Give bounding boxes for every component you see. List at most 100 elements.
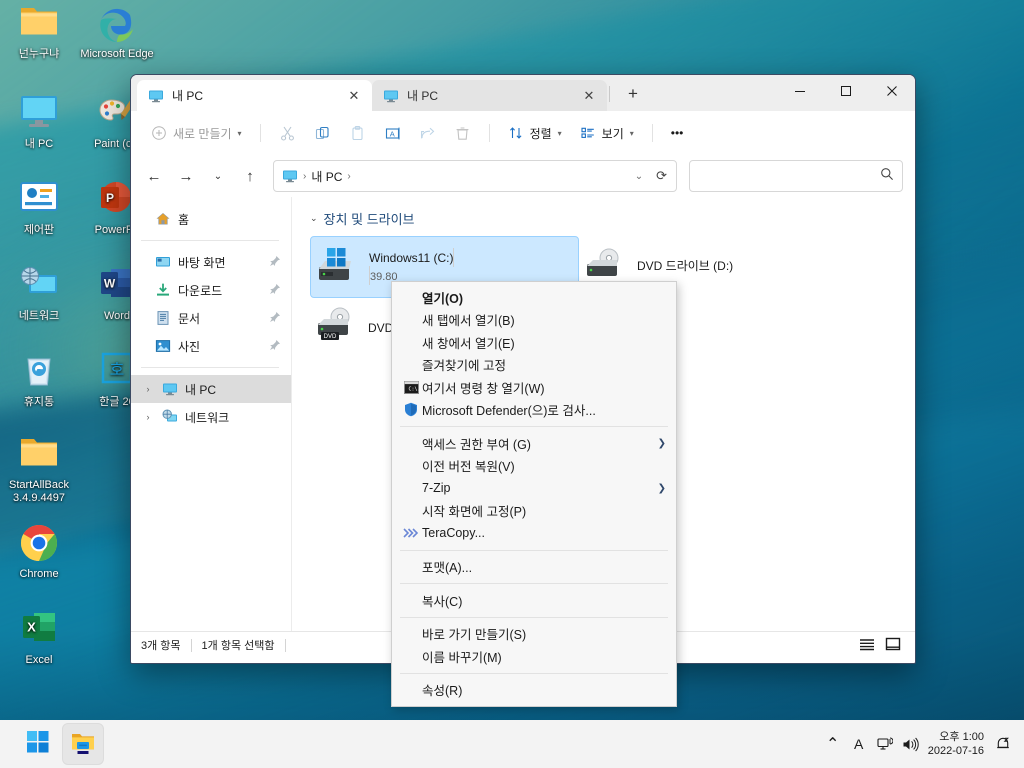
desktop-icon-1[interactable]: 내 PC xyxy=(0,94,78,151)
menu-item-8[interactable]: 이전 버전 복원(V) xyxy=(392,455,676,478)
close-icon[interactable]: ✕ xyxy=(344,86,364,106)
pin-icon[interactable] xyxy=(269,255,283,270)
recent-locations-button[interactable]: ⌄ xyxy=(203,161,233,191)
paste-button[interactable] xyxy=(341,118,374,148)
sidebar-item-3[interactable]: 사진 xyxy=(131,332,291,360)
menu-separator xyxy=(400,549,668,551)
pin-icon[interactable] xyxy=(269,311,283,326)
desktop-icon-8[interactable]: Microsoft Edge xyxy=(78,4,156,61)
menu-item-0[interactable]: 열기(O) xyxy=(392,286,676,309)
new-tab-button[interactable]: + xyxy=(618,79,648,109)
menu-item-7[interactable]: 액세스 권한 부여 (G) ❯ xyxy=(392,432,676,455)
menu-item-icon-empty xyxy=(400,312,422,328)
pin-icon[interactable] xyxy=(269,283,283,298)
excel-icon: X xyxy=(0,610,78,652)
desktop-icon-5[interactable]: StartAllBack 3.4.9.4497 xyxy=(0,435,78,505)
sidebar-tree-item-0[interactable]: › 내 PC xyxy=(131,375,291,403)
breadcrumb-separator: › xyxy=(303,170,307,182)
view-button[interactable]: 보기 ▾ xyxy=(572,118,642,148)
sidebar-item-0[interactable]: 바탕 화면 xyxy=(131,248,291,276)
minimize-button[interactable] xyxy=(777,75,823,107)
refresh-icon[interactable]: ⟳ xyxy=(656,168,670,184)
copy-icon xyxy=(315,126,329,139)
details-view-icon[interactable] xyxy=(859,637,875,654)
sidebar-tree-item-1[interactable]: › 네트워크 xyxy=(131,403,291,431)
status-selected-count: 1개 항목 선택함 xyxy=(201,640,275,652)
cut-button[interactable] xyxy=(271,118,304,148)
pin-icon[interactable] xyxy=(269,339,283,354)
menu-item-9[interactable]: 7-Zip ❯ xyxy=(392,477,676,500)
tab-separator xyxy=(609,86,610,102)
rename-button[interactable]: A xyxy=(376,118,409,148)
ime-indicator[interactable]: A xyxy=(846,727,872,761)
clock[interactable]: 오후 1:00 2022-07-16 xyxy=(924,730,990,758)
desktop-icon-2[interactable]: 제어판 xyxy=(0,180,78,237)
group-header-devices-and-drives[interactable]: ⌄ 장치 및 드라이브 xyxy=(310,209,915,228)
menu-item-17[interactable]: 바로 가기 만들기(S) xyxy=(392,623,676,646)
menu-item-5[interactable]: Microsoft Defender(으)로 검사... xyxy=(392,399,676,422)
chevron-down-icon: ▾ xyxy=(237,128,242,138)
sidebar-item-label: 사진 xyxy=(178,339,201,354)
close-button[interactable] xyxy=(869,75,915,107)
network-tray-icon[interactable] xyxy=(872,727,898,761)
notification-bell-icon[interactable] xyxy=(990,727,1016,761)
desktop-icon-3[interactable]: 네트워크 xyxy=(0,266,78,323)
chevron-down-icon[interactable]: ⌄ xyxy=(310,213,318,224)
volume-tray-icon[interactable] xyxy=(898,727,924,761)
menu-separator xyxy=(400,616,668,618)
sidebar-item-2[interactable]: 문서 xyxy=(131,304,291,332)
plus-circle-icon xyxy=(152,126,166,140)
menu-item-15[interactable]: 복사(C) xyxy=(392,589,676,612)
desktop-icon-0[interactable]: 넌누구냐 xyxy=(0,4,78,61)
chevron-right-icon[interactable]: › xyxy=(141,384,155,394)
menu-item-11[interactable]: TeraCopy... xyxy=(392,522,676,545)
maximize-button[interactable] xyxy=(823,75,869,107)
address-bar[interactable]: › 내 PC › ⌄ ⟳ xyxy=(273,160,677,192)
tray-overflow-button[interactable]: ⌃ xyxy=(820,727,846,761)
tab-my-pc-1[interactable]: 내 PC ✕ xyxy=(137,80,372,111)
chevron-right-icon[interactable]: › xyxy=(141,412,155,422)
menu-item-icon-empty xyxy=(400,458,422,474)
tab-my-pc-2[interactable]: 내 PC ✕ xyxy=(372,80,607,111)
scissors-icon xyxy=(280,126,294,141)
search-box[interactable] xyxy=(689,160,903,192)
file-explorer-icon xyxy=(70,730,96,759)
sort-button[interactable]: 정렬 ▾ xyxy=(500,118,570,148)
sidebar-item-home[interactable]: 홈 xyxy=(131,205,291,233)
close-icon[interactable]: ✕ xyxy=(579,86,599,106)
menu-item-4[interactable]: C:\.여기서 명령 창 열기(W) xyxy=(392,376,676,399)
sidebar-item-1[interactable]: 다운로드 xyxy=(131,276,291,304)
menu-item-icon-empty xyxy=(400,682,422,698)
copy-button[interactable] xyxy=(306,118,339,148)
share-button[interactable] xyxy=(411,118,444,148)
menu-item-20[interactable]: 속성(R) xyxy=(392,679,676,702)
delete-button[interactable] xyxy=(446,118,479,148)
more-options-button[interactable]: ••• xyxy=(663,118,692,148)
computer-icon xyxy=(282,168,298,184)
desktop-icon-4[interactable]: 휴지통 xyxy=(0,352,78,409)
back-button[interactable]: ← xyxy=(139,161,169,191)
menu-item-13[interactable]: 포맷(A)... xyxy=(392,556,676,579)
menu-item-3[interactable]: 즐겨찾기에 고정 xyxy=(392,354,676,377)
start-button[interactable] xyxy=(18,724,58,764)
menu-item-10[interactable]: 시작 화면에 고정(P) xyxy=(392,500,676,523)
up-button[interactable]: ↑ xyxy=(235,161,265,191)
menu-item-icon-empty xyxy=(400,648,422,664)
forward-button[interactable]: → xyxy=(171,161,201,191)
documents-icon xyxy=(155,310,171,326)
desktop-icon-7[interactable]: X Excel xyxy=(0,610,78,667)
chevron-down-icon[interactable]: ⌄ xyxy=(627,171,651,182)
computer-icon xyxy=(148,88,164,104)
menu-item-label: 열기(O) xyxy=(422,291,464,306)
menu-item-18[interactable]: 이름 바꾸기(M) xyxy=(392,645,676,668)
drive-name: Windows11 (C:) xyxy=(369,251,454,265)
menu-item-2[interactable]: 새 창에서 열기(E) xyxy=(392,331,676,354)
new-button[interactable]: 새로 만들기 ▾ xyxy=(143,118,250,148)
taskbar-file-explorer[interactable] xyxy=(62,723,104,765)
home-icon xyxy=(155,211,171,227)
large-icons-view-icon[interactable] xyxy=(885,637,901,654)
chevron-right-icon: ❯ xyxy=(657,482,666,494)
desktop-icon-6[interactable]: Chrome xyxy=(0,524,78,581)
breadcrumb-my-pc[interactable]: 내 PC xyxy=(311,168,342,185)
menu-item-1[interactable]: 새 탭에서 열기(B) xyxy=(392,309,676,332)
